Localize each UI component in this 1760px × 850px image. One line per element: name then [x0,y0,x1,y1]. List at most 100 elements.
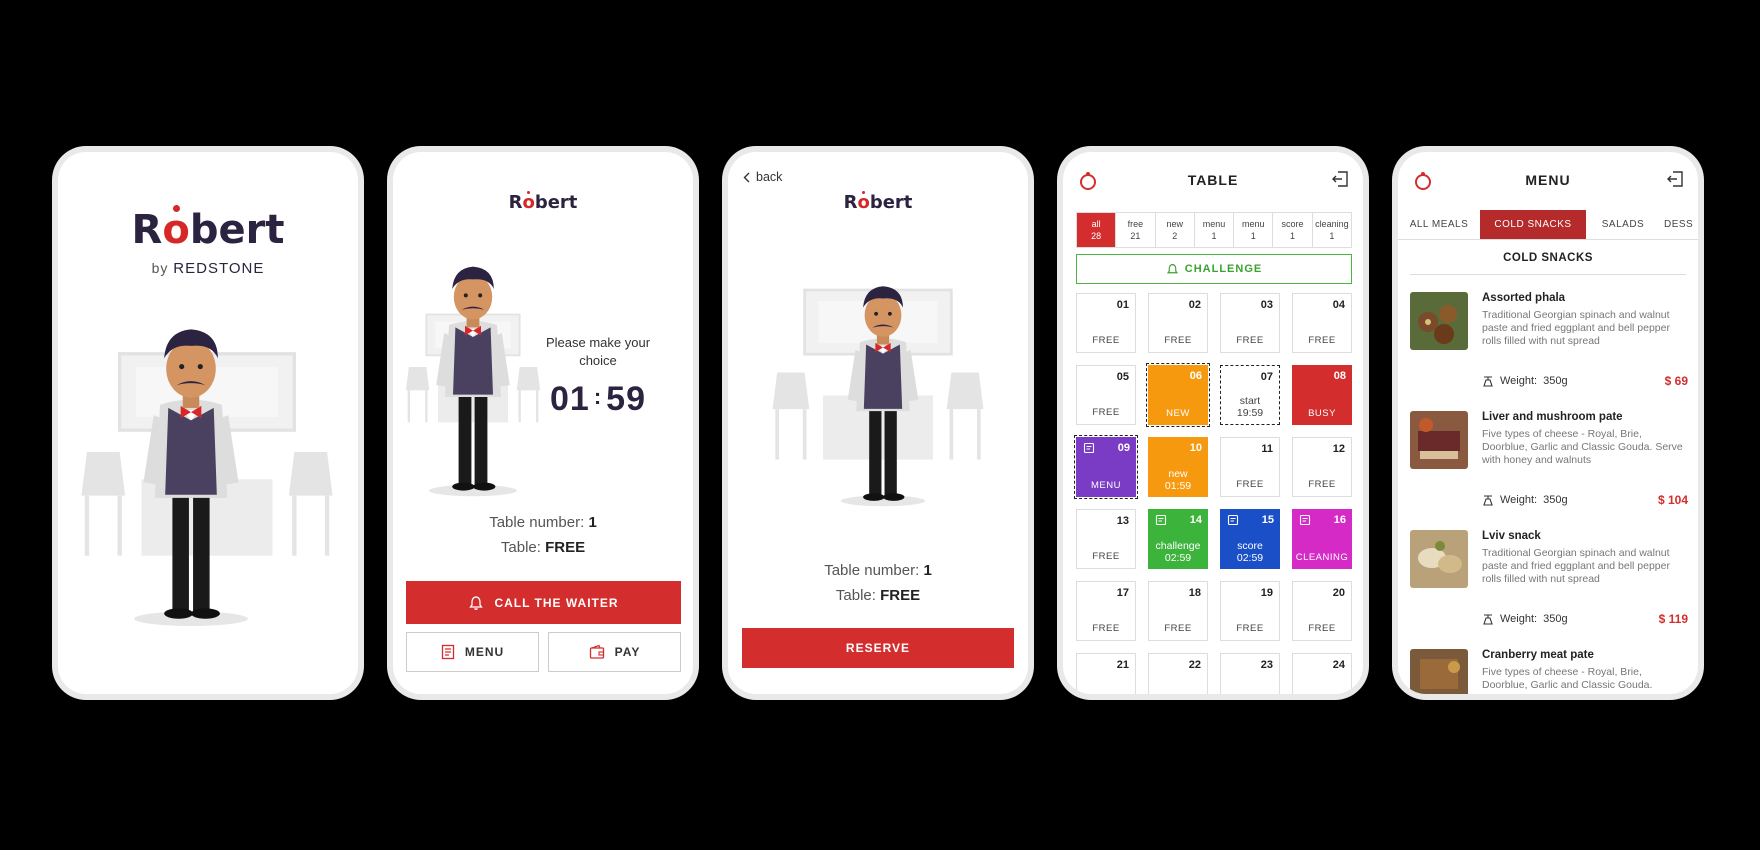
table-cell[interactable]: 06 NEW [1146,363,1210,427]
robert-logo: Robert [508,191,578,213]
status-text: new [1168,468,1188,480]
table-number: 20 [1332,587,1345,599]
tab-salads[interactable]: SALADS [1586,210,1660,239]
waiter-illustration [116,317,266,627]
table-status: FREE [1092,551,1120,562]
table-number: 07 [1260,371,1273,383]
table-number: 18 [1188,587,1201,599]
waiter-illustration [828,277,938,507]
filter-count: 1 [1290,231,1296,241]
table-cell[interactable]: 10 new 01:59 [1148,437,1208,497]
logout-icon[interactable] [1666,170,1684,188]
filter-new[interactable]: new 2 [1156,213,1195,247]
dish-name: Lviv snack [1482,530,1541,542]
table-cell[interactable]: 09 MENU [1074,435,1138,499]
table-status: Table: FREE [500,539,586,556]
back-link[interactable]: back [743,170,782,184]
table-cell[interactable]: 11 FREE [1220,437,1280,497]
countdown-timer: 01:59 [550,380,646,418]
table-status: FREE [1092,335,1120,346]
wallet-icon [589,644,604,659]
table-status: FREE [1092,407,1120,418]
page-title: TABLE [1187,172,1239,188]
table-status: FREE [1308,623,1336,634]
waiter-call-screen: Robert Please make your choice 01:59 Tab… [393,152,693,694]
table-cell[interactable]: 03 FREE [1220,293,1280,353]
table-number: 21 [1116,659,1129,671]
filter-count: 2 [1172,231,1178,241]
table-cell[interactable]: 24 [1292,653,1352,694]
table-number: 13 [1116,515,1129,527]
filter-free[interactable]: free 21 [1116,213,1156,247]
table-status: FREE [1308,335,1336,346]
dish-photo [1410,292,1468,350]
page-title: MENU [1525,172,1571,188]
table-cell[interactable]: 12 FREE [1292,437,1352,497]
filter-menu[interactable]: menu 1 [1195,213,1235,247]
filter-cleaning[interactable]: cleaning 1 [1313,213,1351,247]
filter-count: 1 [1250,231,1256,241]
scale-icon [1483,495,1493,506]
filter-label: score [1281,219,1304,229]
dish-description: Five types of cheese - Royal, Brie, Door… [1482,428,1683,466]
table-status: Table: FREE [835,587,921,604]
table-cell[interactable]: 16 CLEANING [1292,509,1352,569]
table-cell[interactable]: 22 [1148,653,1208,694]
table-cell[interactable]: 08 BUSY [1292,365,1352,425]
menu-button[interactable]: MENU [406,632,539,672]
tab-all-meals[interactable]: ALL MEALS [1398,210,1480,239]
dish-name: Cranberry meat pate [1482,649,1594,661]
table-cell[interactable]: 23 [1220,653,1280,694]
filter-all[interactable]: all 28 [1077,213,1117,247]
menu-icon [1083,442,1095,454]
tab-cold-snacks[interactable]: COLD SNACKS [1480,210,1586,239]
filter-score[interactable]: score 1 [1273,213,1313,247]
status-filter-bar: all 28 free 21 new 2 menu 1 menu 1 score 1 cleaning 1 [1076,212,1352,248]
pay-button[interactable]: PAY [548,632,681,672]
divider [1410,274,1686,275]
dish-photo [1410,530,1468,588]
tables-grid: 01 FREE 02 FREE 03 FREE 04 FREE 05 FREE 06 NEW 07 sta… [1074,293,1352,694]
challenge-button[interactable]: CHALLENGE [1076,254,1352,284]
filter-menu[interactable]: menu 1 [1234,213,1274,247]
bell-icon [469,595,484,610]
table-number: 22 [1188,659,1201,671]
table-cell[interactable]: 07 start 19:59 [1220,365,1280,425]
table-cell[interactable]: 02 FREE [1148,293,1208,353]
status-text: challenge [1155,540,1201,552]
table-number: 24 [1332,659,1345,671]
scale-icon [1483,376,1493,387]
table-cell[interactable]: 01 FREE [1076,293,1136,353]
filter-count: 21 [1130,231,1141,241]
table-number: 05 [1116,371,1129,383]
table-status: NEW [1166,408,1190,419]
table-number: 01 [1116,299,1129,311]
reserve-button[interactable]: RESERVE [742,628,1014,668]
table-number: 08 [1333,370,1346,382]
call-waiter-button[interactable]: CALL THE WAITER [406,581,681,624]
filter-label: new [1166,219,1183,229]
table-cell[interactable]: 05 FREE [1076,365,1136,425]
dish-price: $ 119 [1658,612,1688,626]
logout-icon[interactable] [1331,170,1349,188]
table-cell[interactable]: 20 FREE [1292,581,1352,641]
table-cell[interactable]: 18 FREE [1148,581,1208,641]
table-status: MENU [1091,480,1121,491]
table-cell[interactable]: 04 FREE [1292,293,1352,353]
table-cell[interactable]: 19 FREE [1220,581,1280,641]
table-cell[interactable]: 13 FREE [1076,509,1136,569]
tab-desserts[interactable]: DESS [1660,210,1698,239]
table-cell[interactable]: 14 challenge 02:59 [1148,509,1208,569]
table-cell[interactable]: 17 FREE [1076,581,1136,641]
table-status: FREE [1236,335,1264,346]
filter-label: menu [1242,219,1265,229]
filter-label: menu [1202,219,1226,229]
table-cell[interactable]: 21 [1076,653,1136,694]
table-number: 11 [1261,443,1273,455]
menu-screen: MENU ALL MEALS COLD SNACKS SALADS DESS C… [1398,152,1698,694]
table-number: Table number: 1 [824,562,932,579]
dish-name: Assorted phala [1482,292,1566,304]
table-cell[interactable]: 15 score 02:59 [1220,509,1280,569]
table-number: 06 [1189,370,1202,382]
table-number: 04 [1332,299,1345,311]
